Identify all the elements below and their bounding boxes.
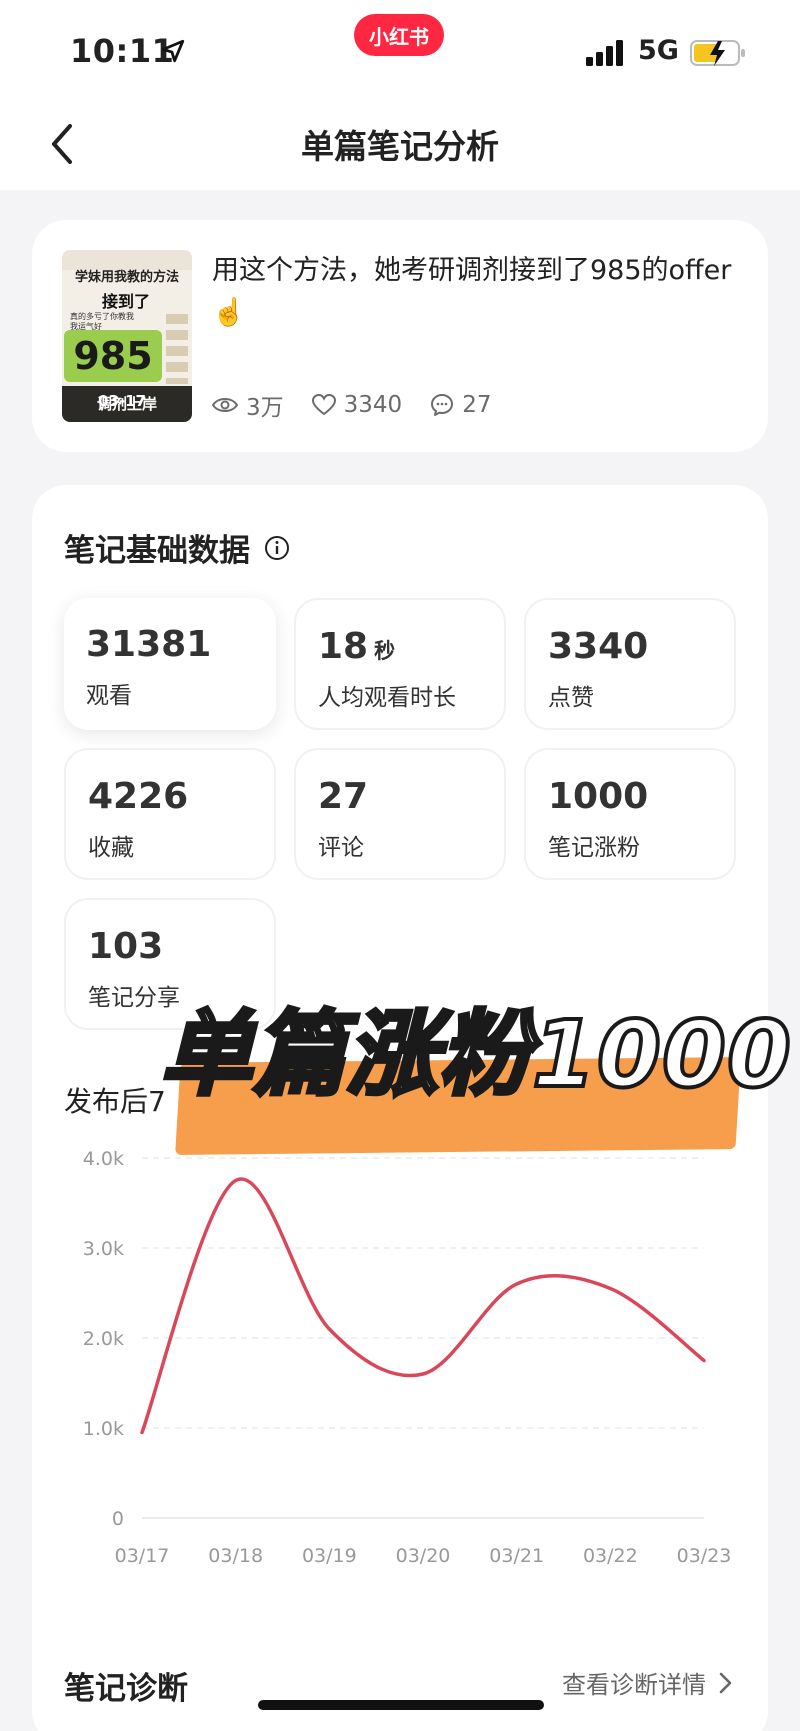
basic-data-header: 笔记基础数据 xyxy=(64,525,290,570)
metric-label: 点赞 xyxy=(548,685,594,711)
likes-stat: 3340 xyxy=(311,392,403,418)
metric-tile-followers-gained[interactable]: 1000 笔记涨粉 xyxy=(524,748,736,880)
metric-tile-avg-watch-time[interactable]: 18 秒 人均观看时长 xyxy=(294,598,506,730)
nav-bar: 单篇笔记分析 xyxy=(0,100,800,190)
x-tick-label: 03/21 xyxy=(489,1545,544,1567)
x-tick-label: 03/23 xyxy=(677,1545,732,1567)
basic-data-title: 笔记基础数据 xyxy=(64,533,250,569)
trend-line-chart: 0 1.0k 2.0k 3.0k 4.0k 03/17 03/18 03/19 03/20 03/… xyxy=(83,1148,732,1567)
metric-tile-views[interactable]: 31381 观看 xyxy=(64,598,276,730)
likes-count: 3340 xyxy=(343,392,403,418)
thumbnail-big-number: 985 xyxy=(64,330,162,382)
x-tick-label: 03/18 xyxy=(208,1545,263,1567)
status-bar: 10:11 小红书 5G xyxy=(0,0,800,100)
x-tick-label: 03/20 xyxy=(396,1545,451,1567)
network-type: 5G xyxy=(638,35,679,66)
metric-tile-comments[interactable]: 27 评论 xyxy=(294,748,506,880)
thumbnail-title-line2: 接到了 xyxy=(102,292,151,311)
x-tick-label: 03/19 xyxy=(302,1545,357,1567)
metric-label: 观看 xyxy=(86,683,132,709)
note-summary-card[interactable]: 学妹用我教的方法 接到了 真的多亏了你教我 我运气好 985 调剂上岸 03-1… xyxy=(32,220,768,452)
battery-charging-icon xyxy=(690,40,745,66)
diagnosis-link-label: 查看诊断详情 xyxy=(562,1671,706,1699)
metric-label: 笔记涨粉 xyxy=(548,835,640,861)
app-brand-badge: 小红书 xyxy=(354,14,444,56)
series-line xyxy=(140,1177,706,1435)
views-stat: 3万 xyxy=(212,388,284,422)
metric-value: 18 秒 xyxy=(318,626,396,667)
info-icon[interactable] xyxy=(264,535,290,561)
page-title: 单篇笔记分析 xyxy=(301,127,499,166)
status-time: 10:11 xyxy=(70,32,175,70)
metric-label: 评论 xyxy=(318,835,364,861)
note-title: 用这个方法，她考研调剂接到了985的offer☝️ xyxy=(212,255,732,328)
view-diagnosis-link[interactable]: 查看诊断详情 xyxy=(562,1665,736,1700)
comments-stat: 27 xyxy=(430,392,491,418)
y-tick-label: 0 xyxy=(112,1508,124,1530)
chart-section-title: 发布后7 xyxy=(64,1085,166,1118)
home-indicator xyxy=(258,1700,544,1710)
comment-bubble-icon xyxy=(431,394,454,416)
y-tick-label: 2.0k xyxy=(83,1328,124,1350)
x-tick-label: 03/17 xyxy=(115,1545,170,1567)
metric-tile-favorites[interactable]: 4226 收藏 xyxy=(64,748,276,880)
views-count: 3万 xyxy=(246,395,284,421)
heart-icon xyxy=(311,394,336,416)
y-tick-label: 1.0k xyxy=(83,1418,124,1440)
note-stats-row: 3万 3340 27 xyxy=(212,388,519,422)
eye-icon xyxy=(212,398,238,412)
chevron-right-icon xyxy=(719,1672,732,1693)
thumbnail-chat-strip xyxy=(166,314,188,384)
metric-value: 27 xyxy=(318,776,369,817)
metric-value: 3340 xyxy=(548,626,649,667)
location-arrow-icon xyxy=(161,39,185,63)
metric-value: 1000 xyxy=(548,776,649,817)
metric-label: 收藏 xyxy=(88,835,134,861)
cellular-signal-icon xyxy=(586,40,623,66)
overlay-headline: 单篇涨粉1000 xyxy=(158,999,793,1110)
diagnosis-title: 笔记诊断 xyxy=(64,1671,188,1707)
metric-label: 人均观看时长 xyxy=(318,685,456,711)
metric-value: 31381 xyxy=(86,624,212,665)
comments-count: 27 xyxy=(462,392,492,418)
thumbnail-title-line1: 学妹用我教的方法 xyxy=(74,270,179,285)
y-tick-label: 4.0k xyxy=(83,1148,124,1170)
x-tick-label: 03/22 xyxy=(583,1545,638,1567)
metric-value: 103 xyxy=(88,926,164,967)
y-tick-label: 3.0k xyxy=(83,1238,124,1260)
metric-value: 4226 xyxy=(88,776,189,817)
metric-tile-likes[interactable]: 3340 点赞 xyxy=(524,598,736,730)
note-thumbnail[interactable]: 学妹用我教的方法 接到了 真的多亏了你教我 我运气好 985 调剂上岸 03-1… xyxy=(62,250,192,422)
thumbnail-timestamp: 03-17 xyxy=(98,392,146,410)
